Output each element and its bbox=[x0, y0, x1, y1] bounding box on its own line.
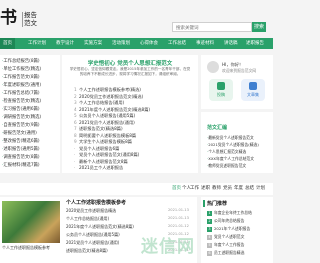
logo-divider bbox=[22, 12, 23, 27]
list-item[interactable]: 4 党员个人述职范文 bbox=[207, 234, 244, 240]
nav-item-deeds[interactable]: 事迹材料 bbox=[196, 38, 214, 49]
row-date: 2021-01-12 bbox=[168, 224, 189, 228]
watermark: 迷信网 bbox=[141, 237, 195, 257]
image-caption[interactable]: 个人工作述职报告模板参考 bbox=[2, 245, 50, 251]
nav-item-plan[interactable]: 工作计划 bbox=[28, 38, 46, 49]
list-item[interactable]: 6 员工述职报告精选 bbox=[207, 250, 244, 256]
search-input[interactable] bbox=[172, 22, 252, 32]
list-item[interactable]: ·2021党员个人述职报告(精选) bbox=[207, 142, 259, 148]
list-item[interactable]: 4 2021年度个人述职报告范文(精选8篇) bbox=[74, 107, 150, 113]
list-item[interactable]: ·自查报告范文(9篇) bbox=[2, 122, 40, 128]
list-item[interactable]: 6 2021党员个人述职报告(通用) bbox=[74, 120, 135, 126]
nav-item-speech[interactable]: 讲话稿 bbox=[224, 38, 238, 49]
list-item[interactable]: ·工作总结报告(8篇) bbox=[2, 58, 40, 64]
tag-item[interactable]: 计划 bbox=[256, 185, 265, 191]
tag-item[interactable]: 工作 bbox=[190, 185, 199, 191]
nav-item-scheme[interactable]: 实施方案 bbox=[84, 38, 102, 49]
list-item[interactable]: ·最新党员个人述职报告范文 bbox=[207, 135, 254, 141]
book-icon bbox=[249, 82, 257, 90]
logo-sub-1: 报告 bbox=[24, 11, 37, 19]
left-article-list: ·工作总结报告(8篇) ·单位工作报告(精选) ·工作报告范文(8篇) ·年度述… bbox=[0, 55, 60, 173]
center-featured: 学史悟初心 党员个人思想汇报范文 学史悟初心，坚定信仰跟党走。我是2015年参加… bbox=[62, 55, 198, 173]
table-row[interactable]: 2020党员工作述职报告精选 bbox=[66, 208, 116, 214]
hot-title: 热门推荐 bbox=[207, 201, 228, 207]
list-item[interactable]: 5 公务员个人述职报告(通用5篇) bbox=[74, 113, 135, 119]
contribute-button[interactable]: 投稿 bbox=[209, 79, 233, 101]
table-row[interactable]: 2021党员个人述职报告(通用) bbox=[66, 240, 119, 246]
table-row[interactable]: 个人工作总结报告(通用) bbox=[66, 216, 109, 222]
avatar[interactable] bbox=[207, 61, 219, 73]
table-row[interactable]: 述职报告范文(精选8篇) bbox=[66, 248, 108, 254]
contribute-label: 投稿 bbox=[217, 92, 225, 97]
nav-item-summary[interactable]: 工作总结 bbox=[168, 38, 186, 49]
nav-item-teaching[interactable]: 教学设计 bbox=[56, 38, 74, 49]
list-item[interactable]: ·年度述职报告(通用) bbox=[2, 82, 41, 88]
page: { "logo": {"big": "范文书", "shown": "书", "… bbox=[0, 0, 273, 263]
tag-bar: 首页 个人 工作 述职 教师 党员 年度 总结 计划 bbox=[0, 183, 273, 195]
user-welcome: 欢迎来到报告范文网 bbox=[222, 68, 257, 73]
row-date: 2021-01-13 bbox=[168, 208, 189, 212]
list-item[interactable]: ·单位工作报告(精选) bbox=[2, 66, 41, 72]
tag-item[interactable]: 党员 bbox=[223, 185, 232, 191]
list-item[interactable]: ·工作报告范文(8篇) bbox=[2, 74, 40, 80]
list-item[interactable]: ·整改报告(精选6篇) bbox=[2, 138, 40, 144]
list-item[interactable]: ·XXX年度个人工作总结范文 bbox=[207, 156, 254, 162]
list-item[interactable]: 3 2021年个人述职报告 bbox=[207, 226, 250, 232]
nav-item-report[interactable]: 述职报告 bbox=[246, 38, 264, 49]
list-item[interactable]: 9 大学生个人述职报告模板8篇 bbox=[74, 139, 132, 145]
list-item[interactable]: · 最新个人述职报告范文8篇 bbox=[74, 159, 128, 165]
main-nav: 首页 工作计划 教学设计 实施方案 活动策划 心得体会 工作总结 事迹材料 讲话… bbox=[0, 38, 273, 49]
recommend-panel: 范文汇编 ·最新党员个人述职报告范文 ·2021党员个人述职报告(精选) ·个人… bbox=[201, 112, 273, 173]
row-date: 2021-01-13 bbox=[168, 216, 189, 220]
tag-item[interactable]: 年度 bbox=[234, 185, 243, 191]
featured-image[interactable] bbox=[2, 201, 60, 243]
list-item[interactable]: 5 年度个人工作报告 bbox=[207, 242, 244, 248]
list-item[interactable]: ·实习报告(通用6篇) bbox=[2, 106, 40, 112]
edit-icon bbox=[217, 82, 225, 90]
user-panel: HI，你好！ 欢迎来到报告范文网 投稿 文章集 bbox=[201, 55, 273, 109]
featured-title[interactable]: 学史悟初心 党员个人思想汇报范文 bbox=[62, 59, 198, 67]
site-logo[interactable]: 书 bbox=[0, 10, 17, 27]
tag-item[interactable]: 总结 bbox=[245, 185, 254, 191]
search-button[interactable]: 搜索 bbox=[252, 22, 266, 32]
bottom-featured-title[interactable]: 个人工作述职报告模板参考 bbox=[66, 199, 126, 206]
list-item[interactable]: ·汇报材料(精选7篇) bbox=[2, 162, 40, 168]
collection-label: 文章集 bbox=[247, 92, 259, 97]
list-item[interactable]: 7 述职报告范文(精选8篇) bbox=[74, 126, 123, 132]
tag-item[interactable]: 教师 bbox=[212, 185, 221, 191]
list-item[interactable]: ·教师党员述职报告范文 bbox=[207, 163, 246, 169]
hot-panel: 热门推荐 1 年度企业年终工作总结 2 公司年终总结报告 3 2021年个人述职报告 … bbox=[201, 197, 273, 263]
list-item[interactable]: 8 简明扼要个人述职报告模板8篇 bbox=[74, 133, 136, 139]
list-item[interactable]: · 党员个人述职报告范文(通用8篇) bbox=[74, 152, 139, 158]
table-row[interactable]: 2021年度个人述职报告范文(精选8篇) bbox=[66, 224, 134, 230]
collection-button[interactable]: 文章集 bbox=[241, 79, 265, 101]
list-item[interactable]: ·研报告范文(通用) bbox=[2, 130, 37, 136]
list-item[interactable]: ·述职报告(通用5篇) bbox=[2, 146, 40, 152]
logo-sub-2: 范文 bbox=[24, 19, 37, 27]
list-item[interactable]: ·检查报告范文(精选) bbox=[2, 98, 41, 104]
list-item[interactable]: ·调研报告范文(精选) bbox=[2, 114, 41, 120]
nav-item-experience[interactable]: 心得体会 bbox=[140, 38, 158, 49]
list-item[interactable]: ·个人思想汇报范文精选 bbox=[207, 149, 246, 155]
list-item[interactable]: 2 公司年终总结报告 bbox=[207, 218, 244, 224]
list-item[interactable]: 2 2020党员工作述职报告范文(精选) bbox=[74, 94, 143, 100]
tag-item[interactable]: 述职 bbox=[201, 185, 210, 191]
list-item[interactable]: · 党员个人述职报告6篇 bbox=[74, 146, 119, 152]
list-item[interactable]: 1 个人工作述职报告模板参考(精选) bbox=[74, 87, 141, 93]
logo-subtitle: 报告 范文 bbox=[24, 11, 37, 27]
list-item[interactable]: 1 年度企业年终工作总结 bbox=[207, 210, 252, 216]
featured-description: 学史悟初心，坚定信仰跟党走。我是2015年参加工作的一名青年干部，在党的培养下不… bbox=[69, 67, 191, 76]
nav-item-event[interactable]: 活动策划 bbox=[112, 38, 130, 49]
nav-item-home[interactable]: 首页 bbox=[0, 38, 15, 49]
tag-item[interactable]: 首页 bbox=[172, 185, 181, 191]
list-item[interactable]: · 2021员工个人述职报告 bbox=[74, 165, 123, 171]
list-item[interactable]: ·调查报告范文(8篇) bbox=[2, 154, 40, 160]
hot-accent bbox=[203, 200, 205, 207]
list-item[interactable]: 3 个人工作总结报告(通用) bbox=[74, 100, 124, 106]
table-row[interactable]: 公务员个人述职报告(通用5篇) bbox=[66, 232, 120, 238]
recommend-title: 范文汇编 bbox=[207, 125, 228, 131]
list-item[interactable]: ·工作报告总结(7篇) bbox=[2, 90, 40, 96]
